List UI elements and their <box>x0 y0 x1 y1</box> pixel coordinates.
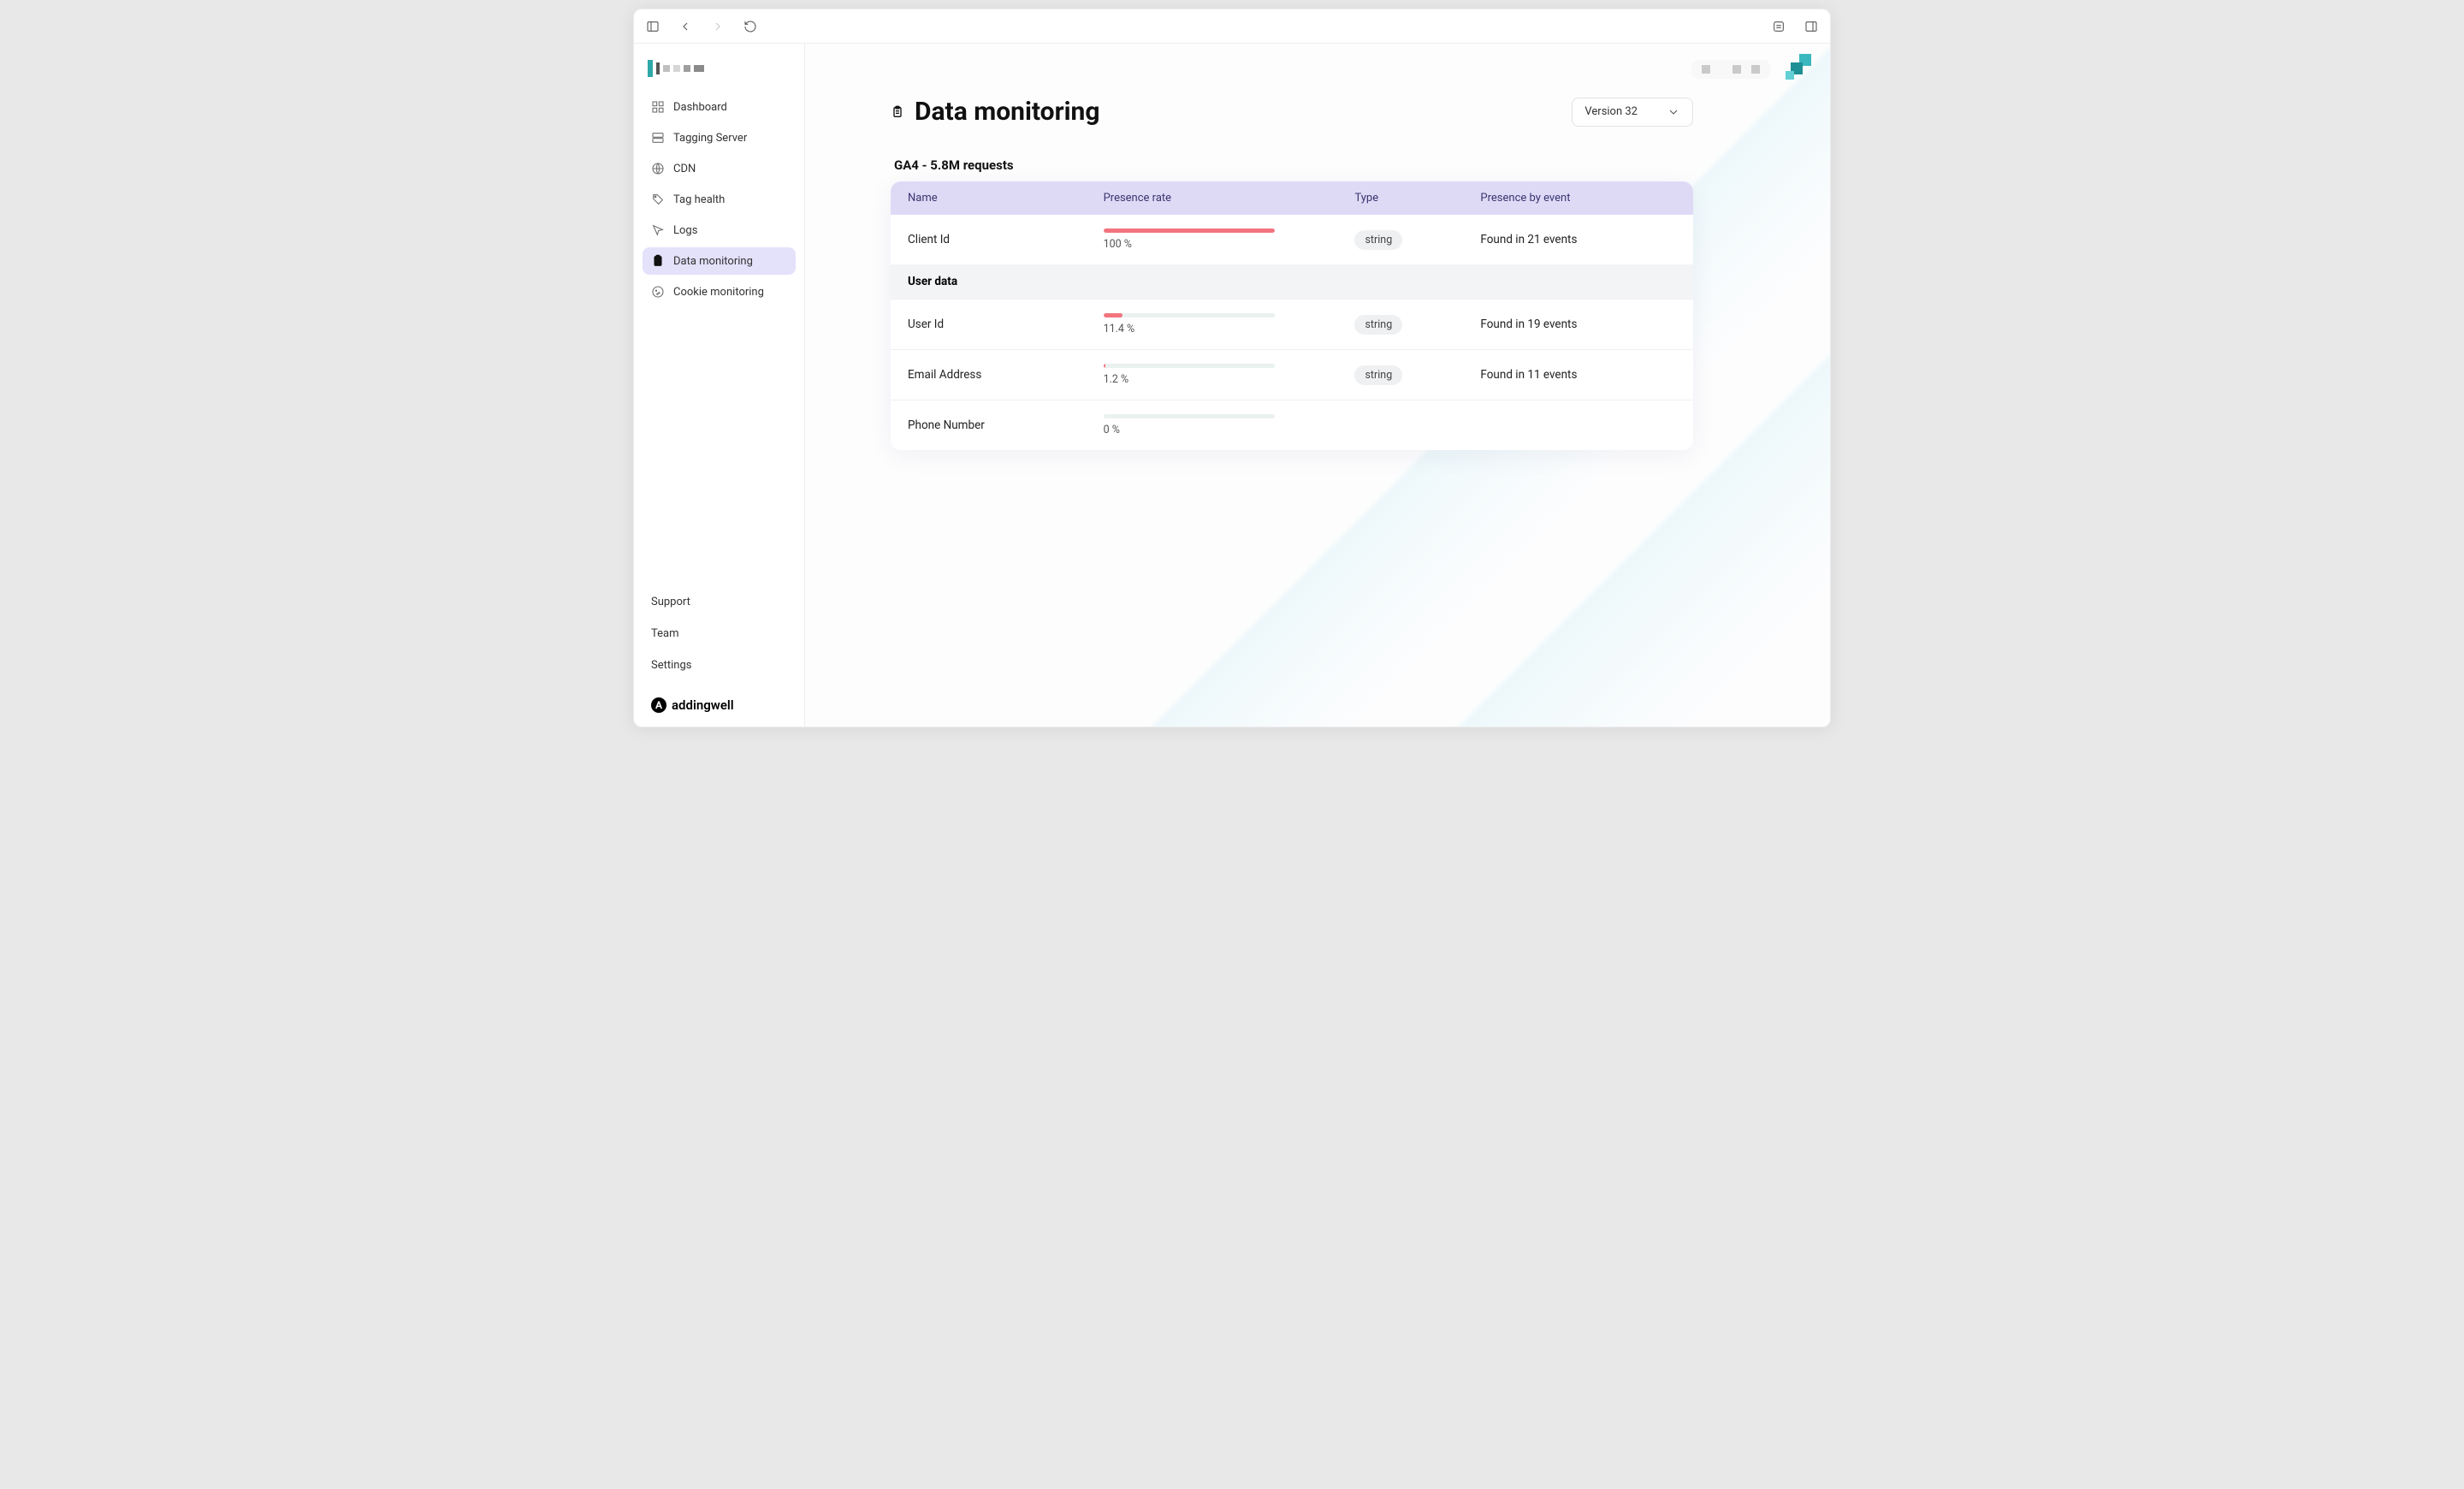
table-row[interactable]: User Id11.4 %string Found in 19 events <box>891 299 1693 349</box>
sidebar-item-dashboard[interactable]: Dashboard <box>643 93 796 121</box>
cell-type: string <box>1354 365 1480 385</box>
cell-name: Phone Number <box>908 418 1104 432</box>
cookie-icon <box>651 285 665 299</box>
version-select[interactable]: Version 32 <box>1572 98 1693 127</box>
table-row[interactable]: Email Address1.2 %string Found in 11 even… <box>891 349 1693 400</box>
table-row[interactable]: Client Id100 %string Found in 21 events <box>891 215 1693 264</box>
sidebar-item-cdn[interactable]: CDN <box>643 155 796 182</box>
cell-presence-by-event: Found in 11 events <box>1480 368 1676 382</box>
clipboard-icon <box>651 254 665 268</box>
cell-presence-by-event: Found in 21 events <box>1480 233 1676 246</box>
app-window: Dashboard Tagging Server CDN Tag health … <box>633 9 1831 727</box>
sidebar-item-tagging-server[interactable]: Tagging Server <box>643 124 796 151</box>
panel-right-icon[interactable] <box>1804 20 1818 33</box>
cell-presence-rate: 1.2 % <box>1104 364 1355 386</box>
sidebar-footer: Support Team Settings A addingwell <box>643 587 796 713</box>
col-presence-by-event: Presence by event <box>1480 192 1676 205</box>
cell-presence-rate: 100 % <box>1104 228 1355 251</box>
tag-icon <box>651 193 665 206</box>
version-select-label: Version 32 <box>1584 105 1638 118</box>
sidebar-item-label: Cookie monitoring <box>673 286 764 299</box>
sidebar: Dashboard Tagging Server CDN Tag health … <box>634 44 805 727</box>
table-body: Client Id100 %stringFound in 21 eventsUs… <box>891 215 1693 450</box>
sidebar-item-data-monitoring[interactable]: Data monitoring <box>643 247 796 275</box>
cell-type: string <box>1354 315 1480 335</box>
sidebar-item-label: Logs <box>673 224 697 237</box>
reload-icon[interactable] <box>743 20 757 33</box>
data-table: Name Presence rate Type Presence by even… <box>891 181 1693 450</box>
clipboard-icon <box>891 105 904 119</box>
server-icon <box>651 131 665 145</box>
cursor-icon <box>651 223 665 237</box>
col-type: Type <box>1354 192 1480 205</box>
sidebar-item-label: Tagging Server <box>673 132 747 145</box>
panel-left-icon[interactable] <box>646 20 660 33</box>
cell-name: Email Address <box>908 368 1104 382</box>
sidebar-nav: Dashboard Tagging Server CDN Tag health … <box>643 93 796 306</box>
sidebar-item-cookie-monitoring[interactable]: Cookie monitoring <box>643 278 796 306</box>
chevron-down-icon <box>1667 105 1680 119</box>
sidebar-item-label: Tag health <box>673 193 725 206</box>
cell-name: Client Id <box>908 233 1104 246</box>
section-label: GA4 - 5.8M requests <box>894 157 1693 173</box>
col-presence-rate: Presence rate <box>1104 192 1355 205</box>
page-title-text: Data monitoring <box>915 97 1099 127</box>
cell-type: string <box>1354 230 1480 250</box>
browser-toolbar <box>634 9 1830 44</box>
page-header: Data monitoring Version 32 <box>891 97 1693 127</box>
topbar-placeholder <box>1691 60 1770 79</box>
back-icon[interactable] <box>678 20 692 33</box>
topbar <box>805 44 1830 85</box>
sidebar-link-team[interactable]: Team <box>651 622 787 645</box>
cell-presence-by-event: Found in 19 events <box>1480 317 1676 331</box>
globe-icon <box>651 162 665 175</box>
page-title: Data monitoring <box>891 97 1099 127</box>
cell-name: User Id <box>908 317 1104 331</box>
sidebar-item-label: CDN <box>673 163 696 175</box>
brand-mark-icon: A <box>651 697 666 713</box>
sidebar-item-label: Dashboard <box>673 101 727 114</box>
grid-icon <box>651 100 665 114</box>
cell-presence-rate: 0 % <box>1104 414 1355 436</box>
brand-name: addingwell <box>672 697 734 713</box>
table-group: User data <box>891 264 1693 299</box>
type-pill: string <box>1354 315 1402 335</box>
table-header: Name Presence rate Type Presence by even… <box>891 181 1693 215</box>
workspace-logo <box>648 57 791 80</box>
type-pill: string <box>1354 365 1402 385</box>
type-pill: string <box>1354 230 1402 250</box>
cell-presence-rate: 11.4 % <box>1104 313 1355 335</box>
sidebar-link-support[interactable]: Support <box>651 590 787 614</box>
sidebar-item-logs[interactable]: Logs <box>643 217 796 244</box>
main: Data monitoring Version 32 GA4 - 5.8M re… <box>805 44 1830 727</box>
sidebar-item-tag-health[interactable]: Tag health <box>643 186 796 213</box>
table-row[interactable]: Phone Number0 % <box>891 400 1693 450</box>
sidebar-item-label: Data monitoring <box>673 255 753 268</box>
col-name: Name <box>908 192 1104 205</box>
forward-icon <box>711 20 725 33</box>
extensions-icon[interactable] <box>1772 20 1786 33</box>
app-badge-icon <box>1780 54 1811 85</box>
sidebar-link-settings[interactable]: Settings <box>651 654 787 677</box>
brand: A addingwell <box>651 697 787 713</box>
